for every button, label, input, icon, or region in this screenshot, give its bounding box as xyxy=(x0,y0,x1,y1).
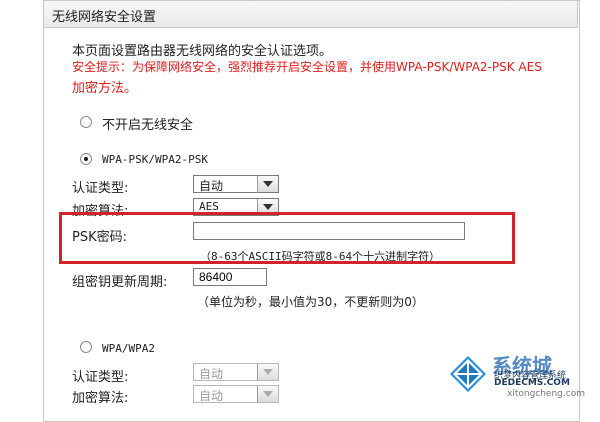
radio-no-security[interactable] xyxy=(80,116,92,128)
wpa-encryption-select[interactable]: 自动 xyxy=(193,385,279,403)
watermark-line3: xitongcheng.com xyxy=(507,389,585,399)
rekey-period-input[interactable] xyxy=(193,268,267,286)
rekey-period-hint: （单位为秒，最小值为30，不更新则为0） xyxy=(197,295,424,309)
windows-logo-icon xyxy=(450,356,486,392)
chevron-down-icon xyxy=(257,176,278,192)
radio-wpa-psk-label: WPA-PSK/WPA2-PSK xyxy=(102,153,208,166)
radio-wpa-psk[interactable] xyxy=(80,153,92,165)
radio-no-security-label: 不开启无线安全 xyxy=(102,118,194,133)
wpa-encryption-label: 加密算法: xyxy=(72,391,129,406)
auth-type-label: 认证类型: xyxy=(72,181,129,196)
chevron-down-icon xyxy=(257,364,278,380)
wpa-auth-type-select[interactable]: 自动 xyxy=(193,363,279,381)
security-tip: 安全提示：为保障网络安全，强烈推荐开启安全设置，并使用WPA-PSK/WPA2-… xyxy=(72,60,542,74)
intro-text: 本页面设置路由器无线网络的安全认证选项。 xyxy=(72,44,333,59)
auth-type-select[interactable]: 自动 xyxy=(193,175,279,193)
wpa-auth-type-value: 自动 xyxy=(199,367,224,381)
auth-type-value: 自动 xyxy=(199,179,224,193)
security-tip-continued: 加密方法。 xyxy=(72,81,138,96)
panel-title: 无线网络安全设置 xyxy=(52,10,157,25)
psk-highlight-box xyxy=(59,212,515,264)
rekey-period-label: 组密钥更新周期: xyxy=(72,275,168,290)
wpa-auth-type-label: 认证类型: xyxy=(72,370,129,385)
radio-wpa-label: WPA/WPA2 xyxy=(102,342,155,355)
watermark-line2: DEDECMS.COM xyxy=(494,378,570,388)
radio-wpa[interactable] xyxy=(80,341,92,353)
wpa-encryption-value: 自动 xyxy=(199,389,224,403)
